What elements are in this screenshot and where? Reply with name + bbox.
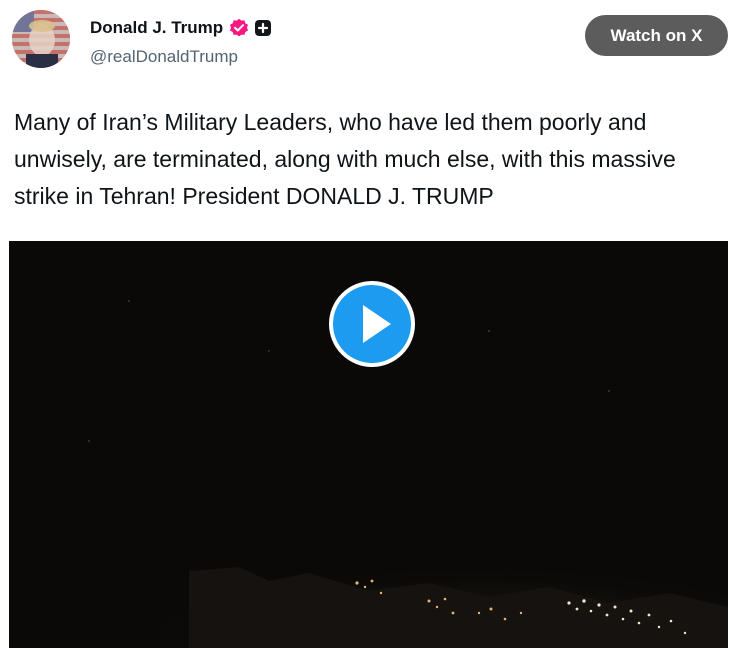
verified-badge-icon bbox=[229, 18, 249, 38]
author-name[interactable]: Donald J. Trump bbox=[90, 18, 223, 38]
post-card: Donald J. Trump @realDonaldTrump Watch o… bbox=[0, 0, 730, 648]
avatar-image bbox=[12, 10, 70, 68]
author-handle[interactable]: @realDonaldTrump bbox=[90, 47, 238, 67]
watch-on-x-button[interactable]: Watch on X bbox=[585, 15, 728, 56]
author-row: Donald J. Trump bbox=[90, 16, 272, 40]
play-button[interactable] bbox=[329, 281, 415, 367]
post-text: Many of Iran’s Military Leaders, who hav… bbox=[14, 109, 676, 209]
play-icon bbox=[363, 305, 391, 343]
plus-affiliation-icon bbox=[254, 19, 272, 37]
avatar[interactable] bbox=[12, 10, 70, 68]
video-player[interactable] bbox=[9, 241, 728, 648]
